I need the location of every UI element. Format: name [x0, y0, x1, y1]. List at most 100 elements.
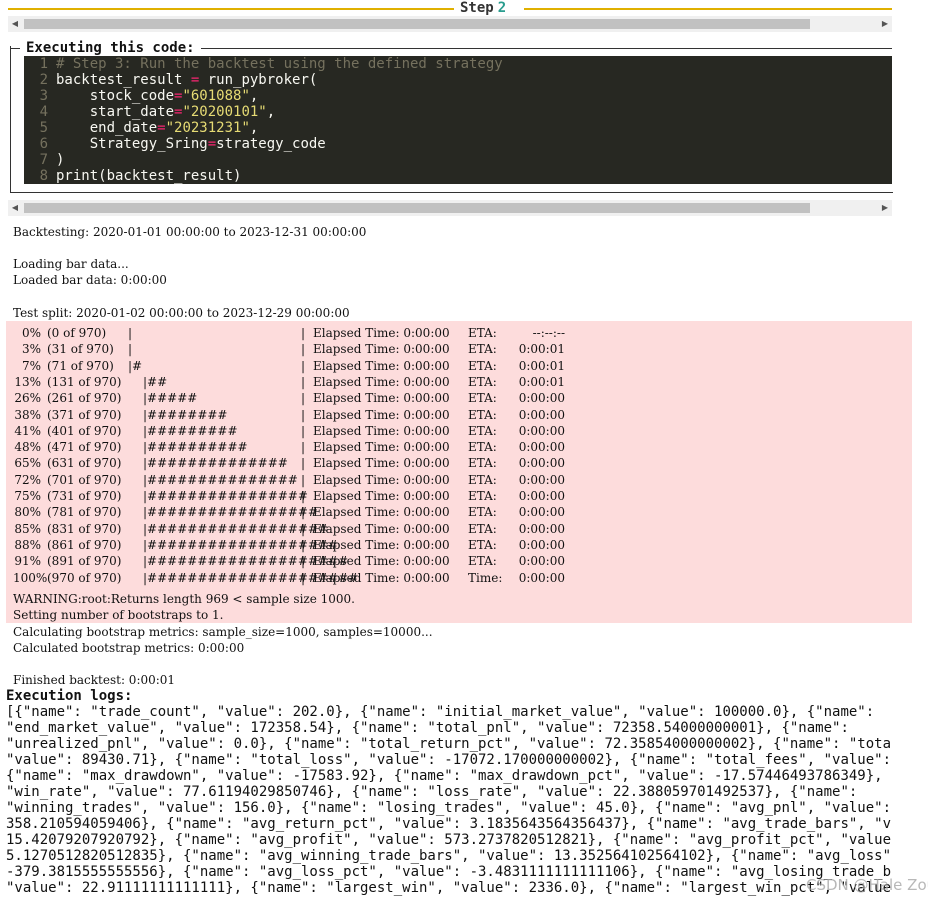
- progress-eta-label: ETA:: [468, 472, 497, 487]
- progress-count: (891 of 970): [47, 554, 122, 569]
- progress-row: 65% (631 of 970) |############## | Elapsed T…: [13, 455, 573, 471]
- code-token: "20200101": [182, 104, 267, 120]
- progress-percent: 7%: [21, 358, 41, 373]
- code-line: 5 end_date="20231231",: [24, 120, 892, 136]
- scroll-left-icon[interactable]: ◀: [8, 16, 22, 32]
- top-horizontal-scrollbar[interactable]: ◀ ▶: [8, 16, 892, 32]
- scroll-right-icon[interactable]: ▶: [878, 200, 892, 216]
- progress-count: (371 of 970): [47, 407, 122, 422]
- output-warning: WARNING:root:Returns length 969 < sample…: [13, 592, 355, 606]
- code-horizontal-scrollbar[interactable]: ◀ ▶: [8, 200, 892, 216]
- log-line: {"name": "max_drawdown", "value": -17583…: [6, 768, 883, 784]
- code-block[interactable]: 1 # Step 3: Run the backtest using the de…: [24, 56, 892, 184]
- code-token: end_date: [56, 120, 158, 136]
- progress-eta-label: ETA:: [468, 326, 497, 340]
- log-line: "value": 89430.71}, {"name": "total_loss…: [6, 752, 892, 768]
- progress-eta-value: 0:00:00: [518, 423, 565, 438]
- progress-bar: |##################: [143, 521, 329, 536]
- log-line: "winning_trades", "value": 156.0}, {"nam…: [6, 800, 892, 816]
- scrollbar-thumb[interactable]: [24, 19, 810, 29]
- progress-bar: |###################: [143, 537, 339, 552]
- progress-bar-end: |: [301, 505, 306, 520]
- progress-eta-value: 0:00:00: [518, 521, 565, 536]
- progress-elapsed: Elapsed Time: 0:00:00: [313, 537, 450, 552]
- progress-count: (970 of 970): [47, 570, 122, 585]
- progress-row: 48% (471 of 970) |########## | Elapsed Time:…: [13, 439, 573, 455]
- progress-eta-label: ETA:: [468, 537, 497, 552]
- progress-row: 38% (371 of 970) |######## | Elapsed Time: 0…: [13, 407, 573, 423]
- progress-elapsed: Elapsed Time: 0:00:00: [313, 407, 450, 422]
- code-token: Strategy_Sring: [56, 136, 208, 152]
- progress-percent: 38%: [14, 407, 41, 422]
- progress-row: 85% (831 of 970) |################## | Elaps…: [13, 521, 573, 537]
- progress-eta-value: 0:00:00: [518, 489, 565, 503]
- code-token: strategy_code: [216, 136, 326, 152]
- progress-bar: |#########: [143, 423, 238, 438]
- line-number: 7: [39, 152, 48, 168]
- code-line: 8 print(backtest_result): [24, 168, 892, 184]
- progress-elapsed: Elapsed Time: 0:00:00: [313, 456, 450, 471]
- execution-logs-title: Execution logs:: [6, 688, 133, 704]
- step-divider-right: [524, 8, 892, 10]
- progress-eta-label: ETA:: [468, 554, 497, 569]
- progress-row: 7% (71 of 970) |# | Elapsed Time: 0:00:00 ETA…: [13, 358, 573, 374]
- progress-eta-value: 0:00:01: [518, 342, 565, 357]
- scroll-left-icon[interactable]: ◀: [8, 200, 22, 216]
- code-token: ): [56, 152, 65, 168]
- progress-eta-value: 0:00:00: [518, 440, 565, 455]
- progress-row: 0% (0 of 970) | | Elapsed Time: 0:00:00 ETA: -…: [13, 325, 573, 341]
- step-number: 2: [497, 0, 507, 16]
- progress-bar-end: |: [301, 537, 306, 552]
- code-token: backtest_result: [56, 72, 191, 88]
- progress-count: (471 of 970): [47, 440, 122, 455]
- progress-count: (731 of 970): [47, 489, 122, 503]
- progress-count: (781 of 970): [47, 505, 122, 520]
- progress-bar-end: |: [301, 326, 306, 340]
- progress-elapsed: Elapsed Time: 0:00:00: [313, 440, 450, 455]
- output-backtesting: Backtesting: 2020-01-01 00:00:00 to 2023…: [13, 225, 367, 239]
- progress-bar: |: [128, 326, 133, 340]
- progress-bar: |###############: [143, 472, 298, 487]
- progress-count: (31 of 970): [47, 342, 114, 357]
- code-line: 4 start_date="20200101",: [24, 104, 892, 120]
- output-calculating: Calculating bootstrap metrics: sample_si…: [13, 625, 433, 639]
- progress-count: (71 of 970): [47, 358, 114, 373]
- progress-elapsed: Elapsed Time: 0:00:00: [313, 423, 450, 438]
- progress-bar: |##########: [143, 440, 248, 455]
- progress-bar-end: |: [301, 521, 306, 536]
- progress-bar: |##: [143, 374, 168, 389]
- progress-eta-value: 0:00:00: [518, 505, 565, 520]
- code-token: stock_code: [56, 88, 175, 104]
- progress-elapsed: Elapsed Time: 0:00:00: [313, 570, 450, 585]
- scrollbar-thumb[interactable]: [24, 203, 810, 213]
- progress-eta-label: ETA:: [468, 521, 497, 536]
- output-calculated: Calculated bootstrap metrics: 0:00:00: [13, 641, 245, 655]
- progress-row: 91% (891 of 970) |#################### | Ela…: [13, 553, 573, 569]
- progress-elapsed: Elapsed Time: 0:00:00: [313, 391, 450, 406]
- progress-elapsed: Elapsed Time: 0:00:00: [313, 342, 450, 357]
- progress-eta-value: 0:00:00: [518, 456, 565, 471]
- progress-eta-value: 0:00:01: [518, 374, 565, 389]
- code-token: "601088": [182, 88, 250, 104]
- progress-percent: 91%: [14, 554, 41, 569]
- progress-bar: |########: [143, 407, 228, 422]
- code-token: =: [207, 136, 217, 152]
- output-setting-bootstraps: Setting number of bootstraps to 1.: [13, 608, 224, 622]
- progress-count: (131 of 970): [47, 374, 122, 389]
- progress-percent: 80%: [14, 505, 41, 520]
- progress-eta-value: 0:00:00: [518, 407, 565, 422]
- log-line: "value": 22.91111111111111}, {"name": "l…: [6, 880, 892, 896]
- progress-bar: |#####################: [143, 570, 359, 585]
- line-number: 4: [39, 104, 48, 120]
- output-loaded: Loaded bar data: 0:00:00: [13, 273, 167, 287]
- progress-eta-value: 0:00:00: [518, 537, 565, 552]
- executing-code-legend: Executing this code:: [10, 40, 892, 56]
- execution-logs[interactable]: [{"name": "trade_count", "value": 202.0}…: [6, 704, 892, 901]
- progress-percent: 41%: [14, 423, 41, 438]
- scroll-right-icon[interactable]: ▶: [878, 16, 892, 32]
- progress-percent: 26%: [14, 391, 41, 406]
- progress-row: 3% (31 of 970) | | Elapsed Time: 0:00:00 ETA:…: [13, 341, 573, 357]
- progress-bar: |#################: [143, 505, 318, 520]
- line-number: 5: [39, 120, 48, 136]
- code-token: print(backtest_result): [56, 168, 242, 184]
